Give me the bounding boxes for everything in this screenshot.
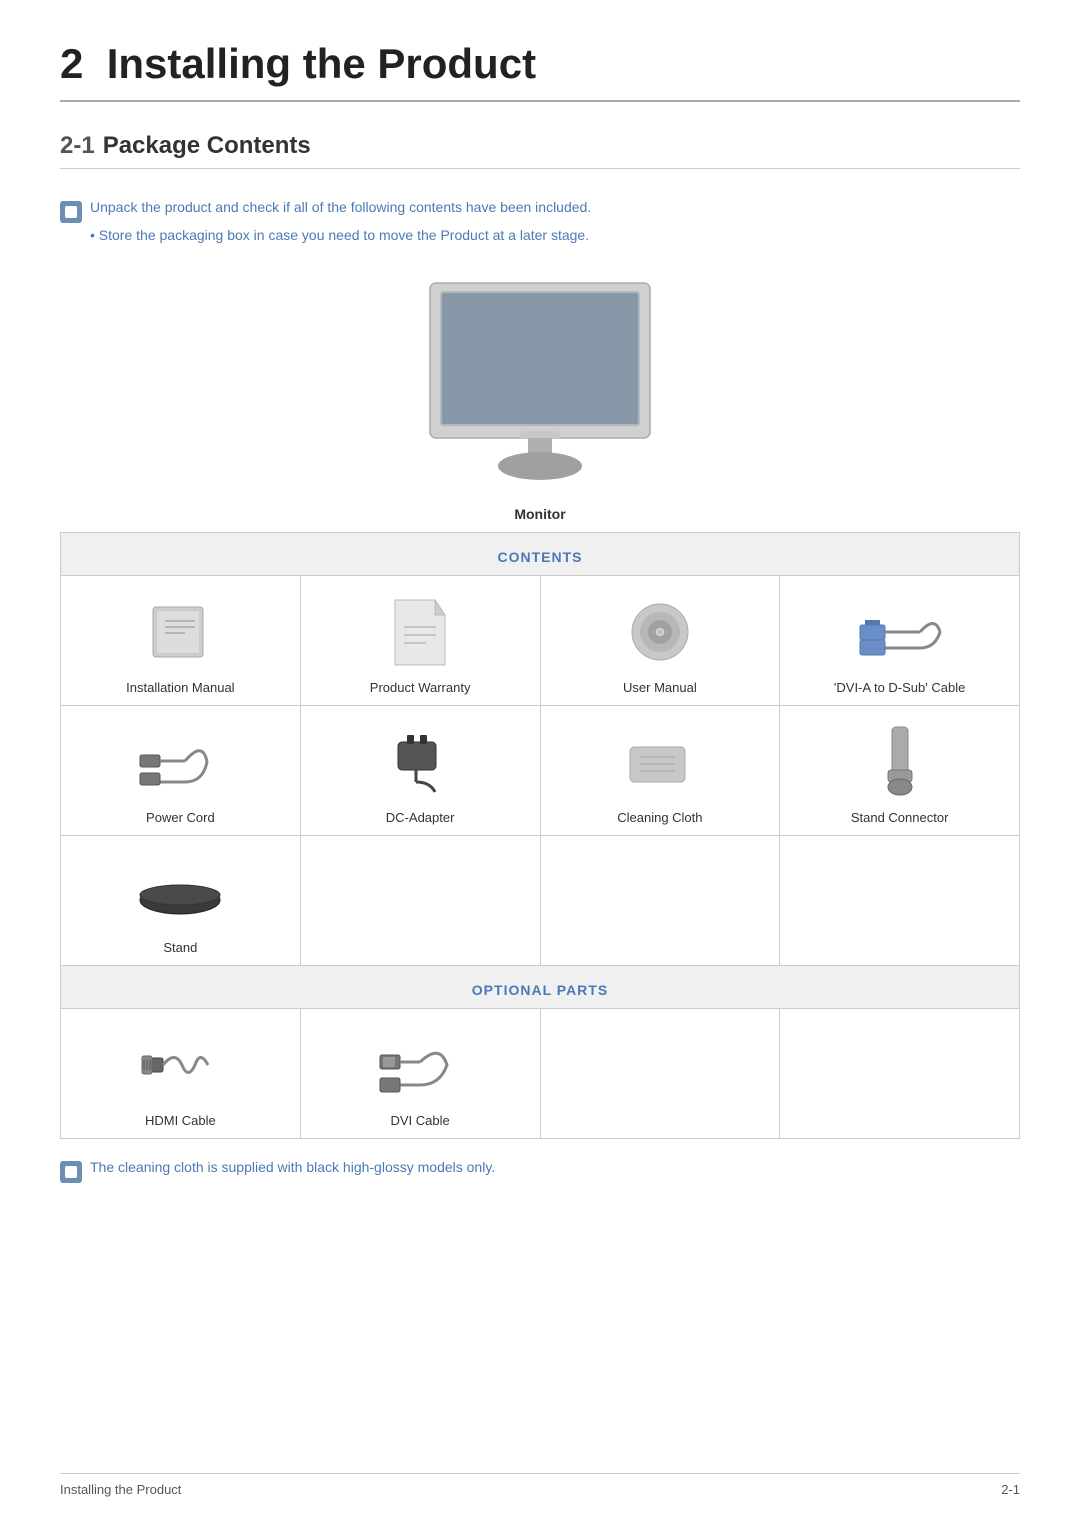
stand-connector-label: Stand Connector bbox=[851, 810, 949, 825]
item-user-manual: User Manual bbox=[540, 576, 780, 706]
hdmi-cable-label: HDMI Cable bbox=[145, 1113, 216, 1128]
note-icon-1 bbox=[60, 201, 82, 223]
contents-table: CONTENTS Instal bbox=[60, 532, 1020, 1139]
item-stand: Stand bbox=[61, 836, 301, 966]
chapter-title-text: Installing the Product bbox=[107, 40, 536, 87]
dc-adapter-label: DC-Adapter bbox=[386, 810, 455, 825]
user-manual-label: User Manual bbox=[623, 680, 697, 695]
item-dvi-cable: 'DVI-A to D-Sub' Cable bbox=[780, 576, 1020, 706]
table-row: HDMI Cable bbox=[61, 1009, 1020, 1139]
installation-manual-img bbox=[145, 592, 215, 672]
monitor-image bbox=[400, 273, 680, 493]
section-title: 2-1 Package Contents bbox=[60, 132, 1020, 169]
optional-empty-1 bbox=[540, 1009, 780, 1139]
item-cleaning-cloth: Cleaning Cloth bbox=[540, 706, 780, 836]
footer-left: Installing the Product bbox=[60, 1482, 181, 1497]
product-warranty-img bbox=[390, 592, 450, 672]
footer-right: 2-1 bbox=[1001, 1482, 1020, 1497]
stand-img bbox=[135, 852, 225, 932]
note-1-block: Unpack the product and check if all of t… bbox=[60, 199, 1020, 223]
power-cord-label: Power Cord bbox=[146, 810, 215, 825]
dvi-cable-label: 'DVI-A to D-Sub' Cable bbox=[834, 680, 965, 695]
optional-parts-header-row: OPTIONAL PARTS bbox=[61, 966, 1020, 1009]
dvi-cable-img bbox=[855, 592, 945, 672]
item-dvi-cable-optional: DVI Cable bbox=[300, 1009, 540, 1139]
stand-connector-img bbox=[870, 722, 930, 802]
installation-manual-label: Installation Manual bbox=[126, 680, 234, 695]
dc-adapter-img bbox=[380, 722, 460, 802]
power-cord-img bbox=[135, 722, 225, 802]
bottom-note-icon bbox=[60, 1161, 82, 1183]
empty-cell-1 bbox=[300, 836, 540, 966]
item-stand-connector: Stand Connector bbox=[780, 706, 1020, 836]
chapter-title: 2 Installing the Product bbox=[60, 40, 1020, 102]
table-row: Installation Manual bbox=[61, 576, 1020, 706]
monitor-label: Monitor bbox=[60, 506, 1020, 522]
bottom-note: The cleaning cloth is supplied with blac… bbox=[60, 1159, 1020, 1183]
empty-cell-2 bbox=[540, 836, 780, 966]
stand-label: Stand bbox=[163, 940, 197, 955]
section-title-text: Package Contents bbox=[103, 132, 311, 159]
item-power-cord: Power Cord bbox=[61, 706, 301, 836]
item-hdmi-cable: HDMI Cable bbox=[61, 1009, 301, 1139]
hdmi-cable-img bbox=[140, 1025, 220, 1105]
cleaning-cloth-label: Cleaning Cloth bbox=[617, 810, 702, 825]
table-row: Stand bbox=[61, 836, 1020, 966]
user-manual-img bbox=[625, 592, 695, 672]
note-1-text: Unpack the product and check if all of t… bbox=[90, 199, 591, 215]
optional-parts-header: OPTIONAL PARTS bbox=[61, 966, 1020, 1009]
bottom-note-text: The cleaning cloth is supplied with blac… bbox=[90, 1159, 495, 1175]
product-warranty-label: Product Warranty bbox=[370, 680, 471, 695]
item-installation-manual: Installation Manual bbox=[61, 576, 301, 706]
chapter-number: 2 bbox=[60, 40, 83, 87]
optional-empty-2 bbox=[780, 1009, 1020, 1139]
section-number: 2-1 bbox=[60, 132, 95, 159]
dvi-cable-optional-label: DVI Cable bbox=[391, 1113, 450, 1128]
item-dc-adapter: DC-Adapter bbox=[300, 706, 540, 836]
empty-cell-3 bbox=[780, 836, 1020, 966]
dvi-cable-optional-img bbox=[375, 1025, 465, 1105]
contents-header: CONTENTS bbox=[61, 533, 1020, 576]
footer: Installing the Product 2-1 bbox=[60, 1473, 1020, 1497]
cleaning-cloth-img bbox=[620, 722, 700, 802]
notes-section: Unpack the product and check if all of t… bbox=[60, 199, 1020, 243]
note-2-text: • Store the packaging box in case you ne… bbox=[90, 227, 1020, 243]
item-product-warranty: Product Warranty bbox=[300, 576, 540, 706]
page-header: 2 Installing the Product 2-1 Package Cont… bbox=[60, 40, 1020, 169]
table-row: Power Cord bbox=[61, 706, 1020, 836]
monitor-section: Monitor bbox=[60, 273, 1020, 522]
